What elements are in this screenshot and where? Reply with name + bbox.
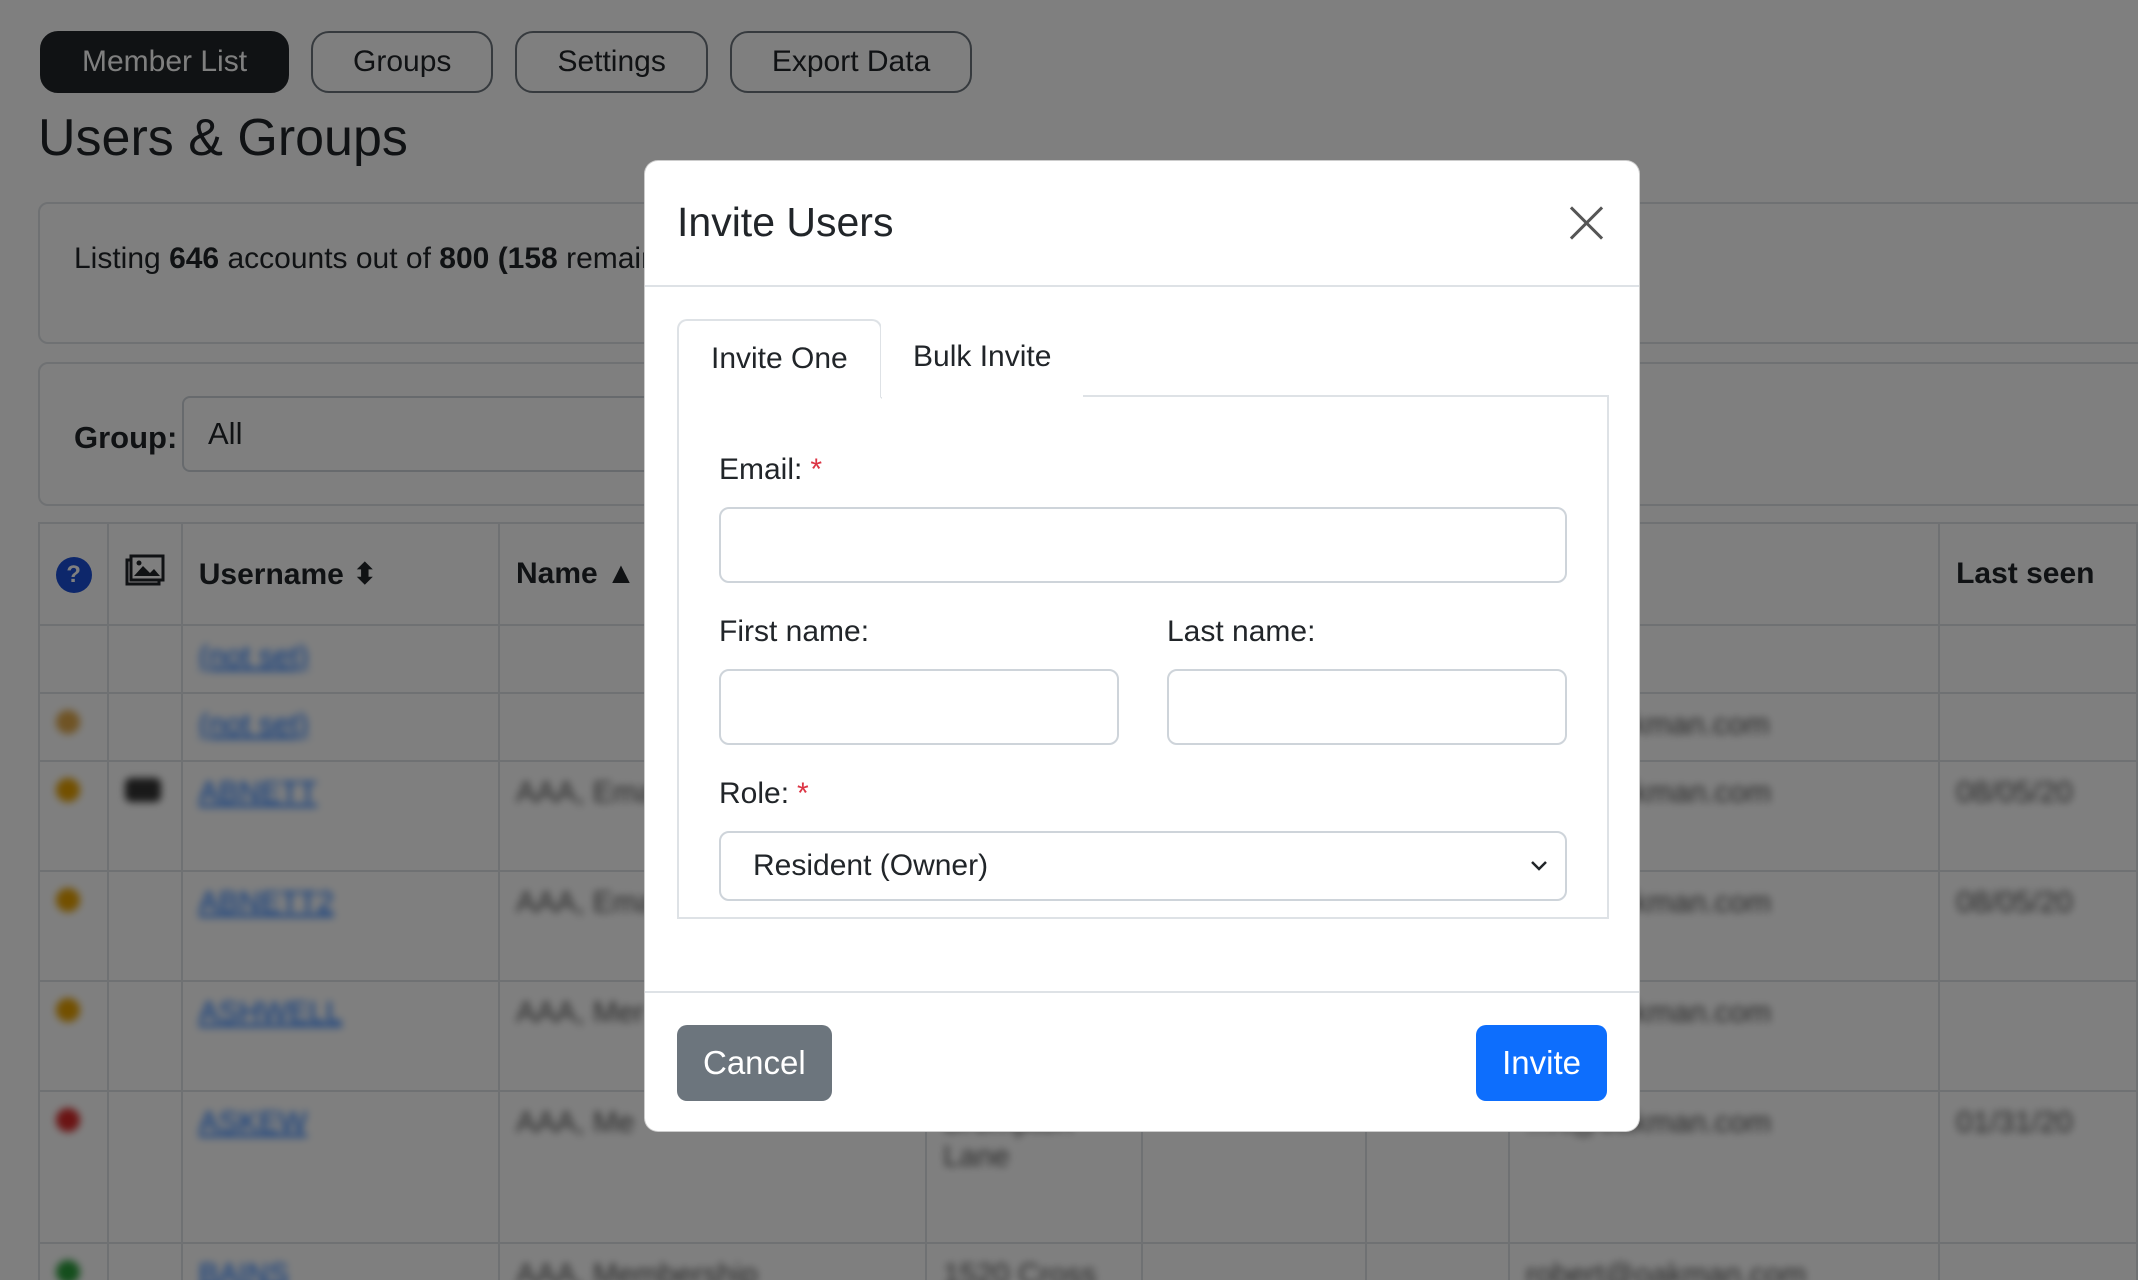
invite-button[interactable]: Invite (1476, 1025, 1607, 1101)
email-label-text: Email: (719, 453, 803, 486)
role-label: Role: * (719, 777, 809, 811)
tab-invite-one[interactable]: Invite One (677, 319, 882, 399)
first-name-label: First name: (719, 615, 870, 648)
chevron-down-icon (1531, 861, 1547, 871)
close-icon[interactable] (1565, 201, 1609, 245)
role-select-value: Resident (Owner) (753, 849, 989, 882)
invite-users-modal: Invite Users Invite One Bulk Invite Emai… (644, 160, 1640, 1132)
last-name-field[interactable] (1167, 669, 1567, 745)
cancel-button[interactable]: Cancel (677, 1025, 832, 1101)
modal-header: Invite Users (645, 161, 1639, 287)
email-label: Email: * (719, 453, 822, 487)
first-name-field[interactable] (719, 669, 1119, 745)
last-name-label: Last name: (1167, 615, 1316, 648)
role-label-text: Role: (719, 777, 790, 810)
modal-footer: Cancel Invite (645, 991, 1639, 1133)
modal-title: Invite Users (677, 199, 894, 245)
role-select[interactable]: Resident (Owner) (719, 831, 1567, 901)
invite-one-pane: Email: * First name: Last name: Role: * Re… (677, 397, 1609, 919)
invite-tabs: Invite One Bulk Invite (677, 319, 1609, 399)
email-field[interactable] (719, 507, 1567, 583)
required-indicator: * (797, 777, 809, 810)
required-indicator: * (810, 453, 823, 486)
tab-bulk-invite[interactable]: Bulk Invite (881, 319, 1084, 397)
